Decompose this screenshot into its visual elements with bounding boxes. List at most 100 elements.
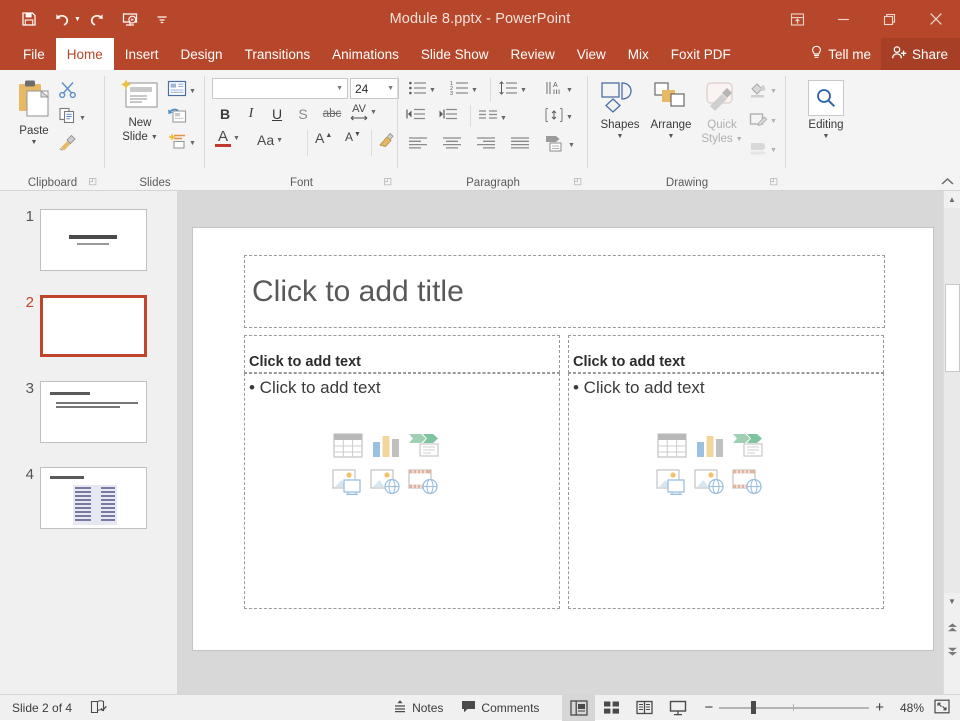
font-color-button[interactable]: A ▼ (215, 130, 240, 147)
copy-dropdown-caret-icon[interactable]: ▼ (79, 115, 86, 122)
tab-review[interactable]: Review (499, 38, 565, 70)
save-icon[interactable] (14, 4, 44, 34)
bold-button[interactable]: B (215, 104, 235, 124)
tab-slide-show[interactable]: Slide Show (410, 38, 500, 70)
layout-dropdown-caret-icon[interactable]: ▼ (189, 88, 196, 95)
comments-button[interactable]: Comments (452, 695, 548, 721)
new-slide-button[interactable]: New Slide ▼ (115, 78, 165, 145)
minimize-icon[interactable] (820, 0, 866, 38)
convert-to-smartart-button[interactable]: ▼ (544, 134, 575, 157)
slide-thumbnail-pane[interactable]: 1 2 3 4 (0, 191, 178, 694)
left-content-placeholder[interactable]: • Click to add text (244, 373, 560, 609)
text-direction-caret-icon[interactable]: ▼ (566, 87, 573, 94)
columns-button[interactable]: ▼ (478, 109, 507, 127)
customize-quick-access-toolbar-icon[interactable] (147, 4, 177, 34)
align-left-button[interactable] (408, 136, 428, 155)
quick-styles-button[interactable]: Quick Styles ▼ (698, 80, 746, 147)
accessibility-checker-button[interactable] (81, 695, 116, 721)
insert-smartart-icon[interactable] (732, 433, 764, 463)
increase-font-size-button[interactable]: A ▲ (315, 130, 332, 146)
underline-button[interactable]: U (267, 104, 287, 124)
layout-button[interactable]: ▼ (167, 80, 196, 102)
tab-insert[interactable]: Insert (114, 38, 170, 70)
italic-button[interactable]: I (241, 104, 261, 124)
scrollbar-thumb[interactable] (945, 284, 960, 372)
format-painter-button[interactable] (58, 132, 78, 156)
insert-video-icon[interactable] (408, 469, 440, 500)
shape-effects-button[interactable]: ▼ (748, 140, 777, 161)
zoom-in-button[interactable]: + (869, 695, 892, 721)
decrease-indent-button[interactable] (406, 107, 426, 127)
zoom-slider-handle[interactable] (751, 701, 756, 714)
undo-icon[interactable] (46, 4, 76, 34)
shape-effects-caret-icon[interactable]: ▼ (770, 147, 777, 154)
thumbnail-slide-2[interactable] (40, 295, 147, 357)
zoom-slider[interactable] (719, 695, 869, 721)
new-slide-dropdown-caret-icon[interactable]: ▼ (151, 134, 158, 142)
zoom-level-label[interactable]: 48% (892, 695, 932, 721)
clipboard-dialog-launcher[interactable]: ◰ (88, 176, 97, 187)
text-shadow-button[interactable]: S (293, 104, 313, 124)
shape-outline-caret-icon[interactable]: ▼ (770, 118, 777, 125)
insert-smartart-icon[interactable] (408, 433, 440, 463)
next-slide-button[interactable] (944, 643, 960, 660)
insert-table-icon[interactable] (333, 433, 363, 463)
ribbon-display-options-icon[interactable] (774, 0, 820, 38)
bullets-button[interactable]: ▼ (408, 80, 436, 101)
tab-foxit-pdf[interactable]: Foxit PDF (660, 38, 742, 70)
numbering-button[interactable]: 123 ▼ (450, 80, 478, 101)
vertical-scrollbar[interactable]: ▲ ▼ (943, 191, 960, 694)
arrange-button[interactable]: Arrange ▼ (646, 80, 696, 141)
insert-chart-icon[interactable] (695, 433, 725, 463)
bullets-caret-icon[interactable]: ▼ (429, 87, 436, 94)
paste-button[interactable]: Paste ▼ (8, 78, 60, 147)
character-spacing-caret-icon[interactable]: ▼ (370, 109, 377, 116)
columns-caret-icon[interactable]: ▼ (500, 115, 507, 122)
current-slide-canvas[interactable]: Click to add title Click to add text • C… (193, 228, 933, 650)
increase-indent-button[interactable] (438, 107, 458, 127)
view-slide-show-button[interactable] (661, 695, 694, 721)
insert-picture-icon[interactable] (332, 469, 364, 500)
align-center-button[interactable] (442, 136, 462, 155)
view-slide-sorter-button[interactable] (595, 695, 628, 721)
scroll-up-button[interactable]: ▲ (944, 191, 960, 208)
insert-online-picture-icon[interactable] (694, 469, 726, 500)
close-icon[interactable] (912, 0, 960, 38)
shape-outline-button[interactable]: ▼ (748, 110, 777, 133)
cut-button[interactable] (58, 80, 77, 104)
text-direction-button[interactable]: A ▼ (544, 80, 573, 101)
insert-online-picture-icon[interactable] (370, 469, 402, 500)
right-content-placeholder[interactable]: • Click to add text (568, 373, 884, 609)
zoom-out-button[interactable]: − (694, 695, 719, 721)
title-placeholder[interactable]: Click to add title (244, 255, 885, 328)
view-normal-button[interactable] (562, 695, 595, 721)
font-size-input[interactable]: 24 ▼ (350, 78, 399, 99)
font-name-caret-icon[interactable]: ▼ (336, 85, 347, 92)
restore-icon[interactable] (866, 0, 912, 38)
thumbnail-item-3[interactable]: 3 (0, 381, 177, 443)
shape-fill-caret-icon[interactable]: ▼ (770, 88, 777, 95)
line-spacing-button[interactable]: ▼ (498, 80, 527, 101)
align-right-button[interactable] (476, 136, 496, 155)
tab-file[interactable]: File (12, 38, 56, 70)
left-heading-placeholder[interactable]: Click to add text (244, 335, 560, 373)
character-spacing-button[interactable]: AV ▼ (350, 104, 377, 121)
thumbnail-item-1[interactable]: 1 (0, 209, 177, 271)
editing-button[interactable]: Editing ▼ (800, 80, 852, 141)
reset-button[interactable] (167, 106, 187, 129)
font-name-input[interactable]: ▼ (212, 78, 348, 99)
shapes-dropdown-caret-icon[interactable]: ▼ (617, 133, 624, 141)
insert-picture-icon[interactable] (656, 469, 688, 500)
paste-dropdown-caret-icon[interactable]: ▼ (31, 139, 38, 147)
tab-transitions[interactable]: Transitions (234, 38, 322, 70)
convert-smartart-caret-icon[interactable]: ▼ (568, 142, 575, 149)
font-color-caret-icon[interactable]: ▼ (233, 135, 240, 142)
arrange-dropdown-caret-icon[interactable]: ▼ (668, 133, 675, 141)
start-from-beginning-icon[interactable] (115, 4, 145, 34)
change-case-button[interactable]: Aa ▼ (257, 132, 283, 148)
thumbnail-item-4[interactable]: 4 (0, 467, 177, 529)
scrollbar-track[interactable] (944, 208, 960, 593)
view-reading-button[interactable] (628, 695, 661, 721)
fit-to-window-button[interactable] (932, 695, 960, 721)
collapse-ribbon-button[interactable] (941, 177, 954, 189)
